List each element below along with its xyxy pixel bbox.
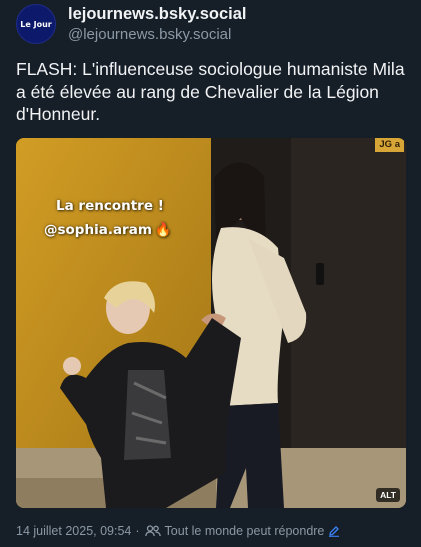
people-icon [144, 525, 161, 537]
photo-illustration [16, 138, 406, 508]
story-mention-text: @sophia.aram [44, 222, 152, 238]
story-caption-title: La rencontre ! [56, 198, 164, 214]
post-text: FLASH: L'influenceuse sociologue humanis… [16, 59, 405, 124]
author-handle[interactable]: @lejournews.bsky.social [68, 25, 247, 44]
reply-setting-label[interactable]: Tout le monde peut répondre [165, 524, 325, 538]
post-footer: 14 juillet 2025, 09:54 · Tout le monde p… [16, 524, 340, 538]
author-names: lejournews.bsky.social @lejournews.bsky.… [68, 4, 247, 44]
post-header: Le Jour lejournews.bsky.social @lejourne… [16, 4, 247, 44]
sticker-tag: JG a [375, 138, 404, 152]
avatar[interactable]: Le Jour [16, 4, 56, 44]
flame-icon: 🔥 [154, 222, 172, 238]
post-image[interactable]: JG a La rencontre ! @sophia.aram 🔥 ALT [16, 138, 406, 508]
author-display-name[interactable]: lejournews.bsky.social [68, 4, 247, 25]
footer-separator: · [135, 524, 140, 538]
story-caption-mention: @sophia.aram 🔥 [44, 222, 172, 238]
pencil-icon[interactable] [328, 525, 340, 537]
alt-text-button[interactable]: ALT [376, 488, 400, 502]
post-timestamp[interactable]: 14 juillet 2025, 09:54 [16, 524, 131, 538]
post-card: Le Jour lejournews.bsky.social @lejourne… [0, 0, 421, 547]
avatar-text: Le Jour [20, 19, 52, 29]
